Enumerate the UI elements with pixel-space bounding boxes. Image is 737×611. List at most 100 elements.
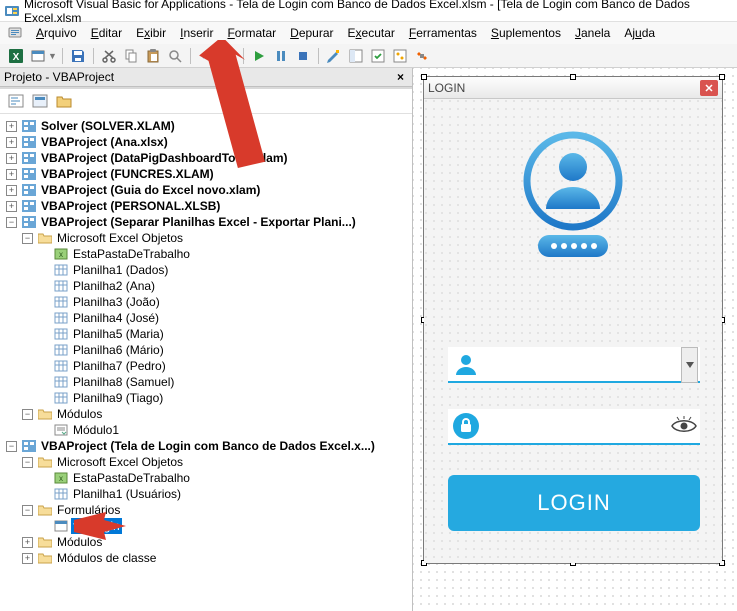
tree-item[interactable]: Módulo1 — [71, 422, 121, 438]
menu-formatar[interactable]: Formatar — [221, 24, 282, 42]
menu-suplementos[interactable]: Suplementos — [485, 24, 567, 42]
pause-icon[interactable] — [271, 46, 291, 66]
folder-toggle-icon[interactable] — [54, 92, 74, 110]
lock-icon — [448, 412, 484, 440]
stop-icon[interactable] — [293, 46, 313, 66]
main-toolbar: X ▼ — [0, 44, 737, 68]
design-mode-icon[interactable] — [324, 46, 344, 66]
project-explorer-icon[interactable] — [346, 46, 366, 66]
close-button[interactable]: × — [393, 70, 408, 84]
menu-janela[interactable]: Janela — [569, 24, 616, 42]
tree-item[interactable]: VBAProject (DataPigDashboardTools.xlam) — [39, 150, 290, 166]
save-icon[interactable] — [68, 46, 88, 66]
menu-executar[interactable]: Executar — [342, 24, 401, 42]
folder-icon — [38, 536, 52, 548]
username-dropdown-button[interactable] — [681, 347, 698, 383]
form-designer-area[interactable]: LOGIN LOGIN — [413, 68, 737, 611]
tree-item[interactable]: Planilha6 (Mário) — [71, 342, 166, 358]
close-icon[interactable] — [700, 80, 718, 96]
expand-icon[interactable]: + — [22, 553, 33, 564]
folder-open-icon — [38, 232, 52, 244]
resize-handle[interactable] — [570, 74, 576, 80]
view-code-icon[interactable] — [6, 92, 26, 110]
tree-item[interactable]: Planilha1 (Dados) — [71, 262, 170, 278]
tree-item-selected[interactable]: frmLogin — [71, 518, 122, 534]
expand-icon[interactable]: + — [6, 201, 17, 212]
tree-item[interactable]: Formulários — [55, 502, 122, 518]
menu-exibir[interactable]: Exibir — [130, 24, 172, 42]
tree-item[interactable]: Planilha9 (Tiago) — [71, 390, 165, 406]
userform-window[interactable]: LOGIN LOGIN — [423, 76, 723, 564]
user-icon — [448, 351, 484, 377]
menu-ferramentas[interactable]: Ferramentas — [403, 24, 483, 42]
copy-icon[interactable] — [121, 46, 141, 66]
view-icon[interactable] — [28, 46, 48, 66]
tree-item[interactable]: VBAProject (Ana.xlsx) — [39, 134, 170, 150]
system-menu-icon[interactable] — [8, 26, 22, 40]
toolbar-separator — [243, 48, 244, 64]
resize-handle[interactable] — [719, 74, 725, 80]
tree-item[interactable]: EstaPastaDeTrabalho — [71, 246, 192, 262]
userform-titlebar[interactable]: LOGIN — [424, 77, 722, 99]
paste-icon[interactable] — [143, 46, 163, 66]
collapse-icon[interactable]: − — [22, 457, 33, 468]
view-object-icon[interactable] — [30, 92, 50, 110]
tree-item[interactable]: Planilha8 (Samuel) — [71, 374, 176, 390]
tree-item[interactable]: Planilha7 (Pedro) — [71, 358, 168, 374]
tree-item[interactable]: Planilha3 (João) — [71, 294, 162, 310]
properties-icon[interactable] — [368, 46, 388, 66]
expand-icon[interactable]: + — [22, 537, 33, 548]
expand-icon[interactable]: + — [6, 121, 17, 132]
login-button[interactable]: LOGIN — [448, 475, 700, 531]
project-tree[interactable]: + Solver (SOLVER.XLAM) + VBAProject (Ana.x… — [0, 114, 412, 611]
userform-body[interactable]: LOGIN — [424, 99, 722, 563]
menu-ajuda[interactable]: Ajuda — [618, 24, 661, 42]
collapse-icon[interactable]: − — [6, 217, 17, 228]
tree-item[interactable]: Planilha4 (José) — [71, 310, 161, 326]
dropdown-arrow-icon[interactable]: ▼ — [48, 51, 57, 61]
object-browser-icon[interactable] — [390, 46, 410, 66]
tree-item[interactable]: VBAProject (Separar Planilhas Excel - Ex… — [39, 214, 358, 230]
tree-item[interactable]: Módulos — [55, 406, 104, 422]
collapse-icon[interactable]: − — [22, 409, 33, 420]
tree-item[interactable]: Módulos de classe — [55, 550, 158, 566]
menu-depurar[interactable]: Depurar — [284, 24, 339, 42]
tree-item[interactable]: Planilha5 (Maria) — [71, 326, 166, 342]
username-field[interactable] — [448, 347, 700, 383]
collapse-icon[interactable]: − — [6, 441, 17, 452]
menu-inserir[interactable]: Inserir — [174, 24, 219, 42]
worksheet-icon — [54, 392, 68, 404]
eye-icon[interactable] — [668, 416, 700, 436]
collapse-icon[interactable]: − — [22, 505, 33, 516]
menu-editar[interactable]: Editar — [85, 24, 128, 42]
run-icon[interactable] — [249, 46, 269, 66]
toolbox-icon[interactable] — [412, 46, 432, 66]
redo-icon[interactable] — [218, 46, 238, 66]
tree-item[interactable]: Microsoft Excel Objetos — [55, 230, 185, 246]
tree-item[interactable]: Planilha1 (Usuários) — [71, 486, 183, 502]
tree-item[interactable]: VBAProject (Tela de Login com Banco de D… — [39, 438, 377, 454]
tree-item[interactable]: VBAProject (FUNCRES.XLAM) — [39, 166, 216, 182]
cut-icon[interactable] — [99, 46, 119, 66]
tree-item[interactable]: Módulos — [55, 534, 104, 550]
tree-item[interactable]: Microsoft Excel Objetos — [55, 454, 185, 470]
password-field[interactable] — [448, 409, 700, 445]
expand-icon[interactable]: + — [6, 153, 17, 164]
tree-item[interactable]: VBAProject (PERSONAL.XLSB) — [39, 198, 222, 214]
collapse-icon[interactable]: − — [22, 233, 33, 244]
tree-item[interactable]: Planilha2 (Ana) — [71, 278, 157, 294]
userform-icon — [54, 520, 68, 532]
tree-item[interactable]: Solver (SOLVER.XLAM) — [39, 118, 177, 134]
tree-item[interactable]: EstaPastaDeTrabalho — [71, 470, 192, 486]
tree-item[interactable]: VBAProject (Guia do Excel novo.xlam) — [39, 182, 262, 198]
menu-arquivo[interactable]: Arquivo — [30, 24, 83, 42]
expand-icon[interactable]: + — [6, 169, 17, 180]
excel-icon[interactable]: X — [6, 46, 26, 66]
find-icon[interactable] — [165, 46, 185, 66]
undo-icon[interactable] — [196, 46, 216, 66]
project-explorer-panel: Projeto - VBAProject × +Solver (SOLVER.X… — [0, 68, 413, 611]
resize-handle[interactable] — [421, 74, 427, 80]
expand-icon[interactable]: + — [6, 137, 17, 148]
toolbar-separator — [318, 48, 319, 64]
expand-icon[interactable]: + — [6, 185, 17, 196]
